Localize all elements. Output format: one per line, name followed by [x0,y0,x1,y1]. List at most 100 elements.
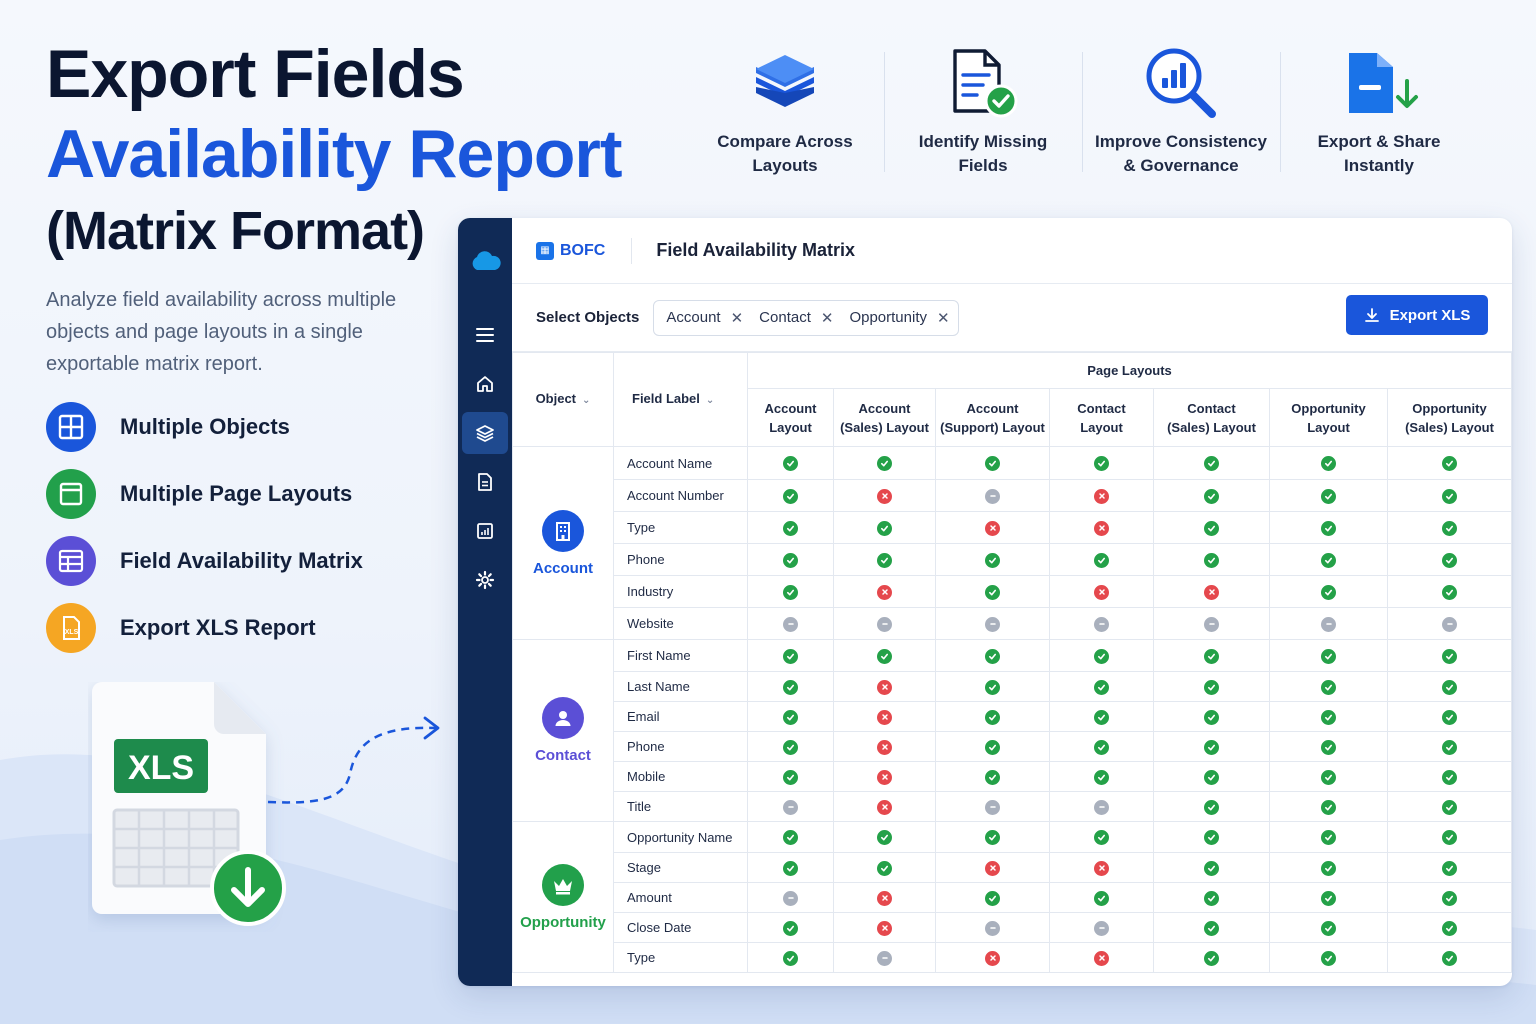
availability-cell [935,701,1050,732]
home-icon[interactable] [462,363,508,405]
availability-cell [935,575,1050,608]
export-button-label: Export XLS [1389,306,1471,324]
field-label-cell: Phone [613,543,748,576]
filter-bar: Select Objects Account ✕ Contact ✕ Opportu… [512,284,1512,352]
layout-column-header: Account (Sales) Layout [833,388,936,447]
check-circle-icon [1204,456,1219,472]
close-icon[interactable]: ✕ [937,309,950,327]
object-multiselect[interactable]: Account ✕ Contact ✕ Opportunity ✕ [653,299,959,336]
availability-cell [1387,852,1512,883]
check-circle-icon [985,648,1000,664]
check-circle-icon [1094,890,1109,906]
availability-cell [747,761,834,792]
availability-cell [1049,791,1154,822]
availability-cell [1153,852,1270,883]
layers-nav-icon[interactable] [462,412,508,454]
dash-circle-icon [1321,616,1336,632]
check-circle-icon [1442,679,1457,695]
gear-icon[interactable] [462,559,508,601]
availability-cell [1269,511,1388,544]
field-label-cell: Phone [613,731,748,762]
check-circle-icon [1094,739,1109,755]
check-circle-icon [1204,920,1219,936]
feature-list: Multiple Objects Multiple Page Layouts F… [46,402,363,670]
availability-cell [833,912,936,943]
availability-cell [1153,446,1270,480]
check-circle-icon [783,520,798,536]
xls-file-icon: XLS [46,603,96,653]
availability-cell [1387,942,1512,973]
check-circle-icon [1321,830,1336,846]
check-circle-icon [1204,648,1219,664]
availability-cell [1387,607,1512,640]
x-circle-icon [877,488,892,504]
check-circle-icon [1442,709,1457,725]
availability-cell [747,671,834,702]
x-circle-icon [877,709,892,725]
layout-column-header: Opportunity Layout [1269,388,1388,447]
check-circle-icon [877,860,892,876]
availability-cell [935,446,1050,480]
brand-logo[interactable]: ▦ BOFC [536,237,633,264]
dash-circle-icon [985,616,1000,632]
check-circle-icon [877,520,892,536]
x-circle-icon [877,584,892,600]
layers-icon [686,40,884,126]
close-icon[interactable]: ✕ [731,309,744,327]
document-icon[interactable] [462,461,508,503]
availability-cell [1049,511,1154,544]
availability-cell [1387,701,1512,732]
check-circle-icon [1094,830,1109,846]
availability-cell [747,821,834,853]
availability-cell [1153,671,1270,702]
chip-account[interactable]: Account ✕ [666,309,743,327]
availability-cell [747,912,834,943]
availability-cell [1387,761,1512,792]
hero-description: Analyze field availability across multip… [46,289,397,375]
close-icon[interactable]: ✕ [821,309,834,327]
check-circle-icon [1204,830,1219,846]
availability-cell [1049,543,1154,576]
check-circle-icon [1442,769,1457,785]
field-label-cell: Stage [613,852,748,883]
check-circle-icon [877,830,892,846]
availability-cell [1049,479,1154,512]
x-circle-icon [1094,950,1109,966]
check-circle-icon [1094,456,1109,472]
object-group-cell: Opportunity [512,821,614,973]
chip-contact[interactable]: Contact ✕ [759,309,833,327]
check-circle-icon [1442,488,1457,504]
dash-circle-icon [783,616,798,632]
cloud-logo-icon[interactable] [462,240,508,282]
object-column-header[interactable]: Object ⌄ [512,352,614,447]
feature-label: Field Availability Matrix [120,548,363,573]
object-header-label: Object [535,391,577,406]
dash-circle-icon [985,799,1000,815]
field-label-cell: Type [613,511,748,544]
availability-cell [747,607,834,640]
menu-icon[interactable] [462,314,508,356]
check-circle-icon [1321,709,1336,725]
availability-cell [1269,701,1388,732]
chip-opportunity[interactable]: Opportunity ✕ [849,309,949,327]
check-circle-icon [1094,648,1109,664]
report-icon[interactable] [462,510,508,552]
export-xls-button[interactable]: Export XLS [1346,295,1488,335]
object-name: Opportunity [520,913,606,931]
availability-cell [747,791,834,822]
dash-circle-icon [877,616,892,632]
availability-cell [1049,671,1154,702]
check-circle-icon [1204,709,1219,725]
field-label-column-header[interactable]: Field Label ⌄ [613,352,748,447]
x-circle-icon [877,920,892,936]
chip-label: Contact [759,309,811,326]
check-circle-icon [1204,769,1219,785]
check-circle-icon [1094,679,1109,695]
availability-cell [1049,446,1154,480]
availability-cell [833,882,936,913]
check-circle-icon [783,648,798,664]
check-circle-icon [985,739,1000,755]
availability-cell [1153,942,1270,973]
check-circle-icon [783,456,798,472]
field-label-cell: Opportunity Name [613,821,748,853]
